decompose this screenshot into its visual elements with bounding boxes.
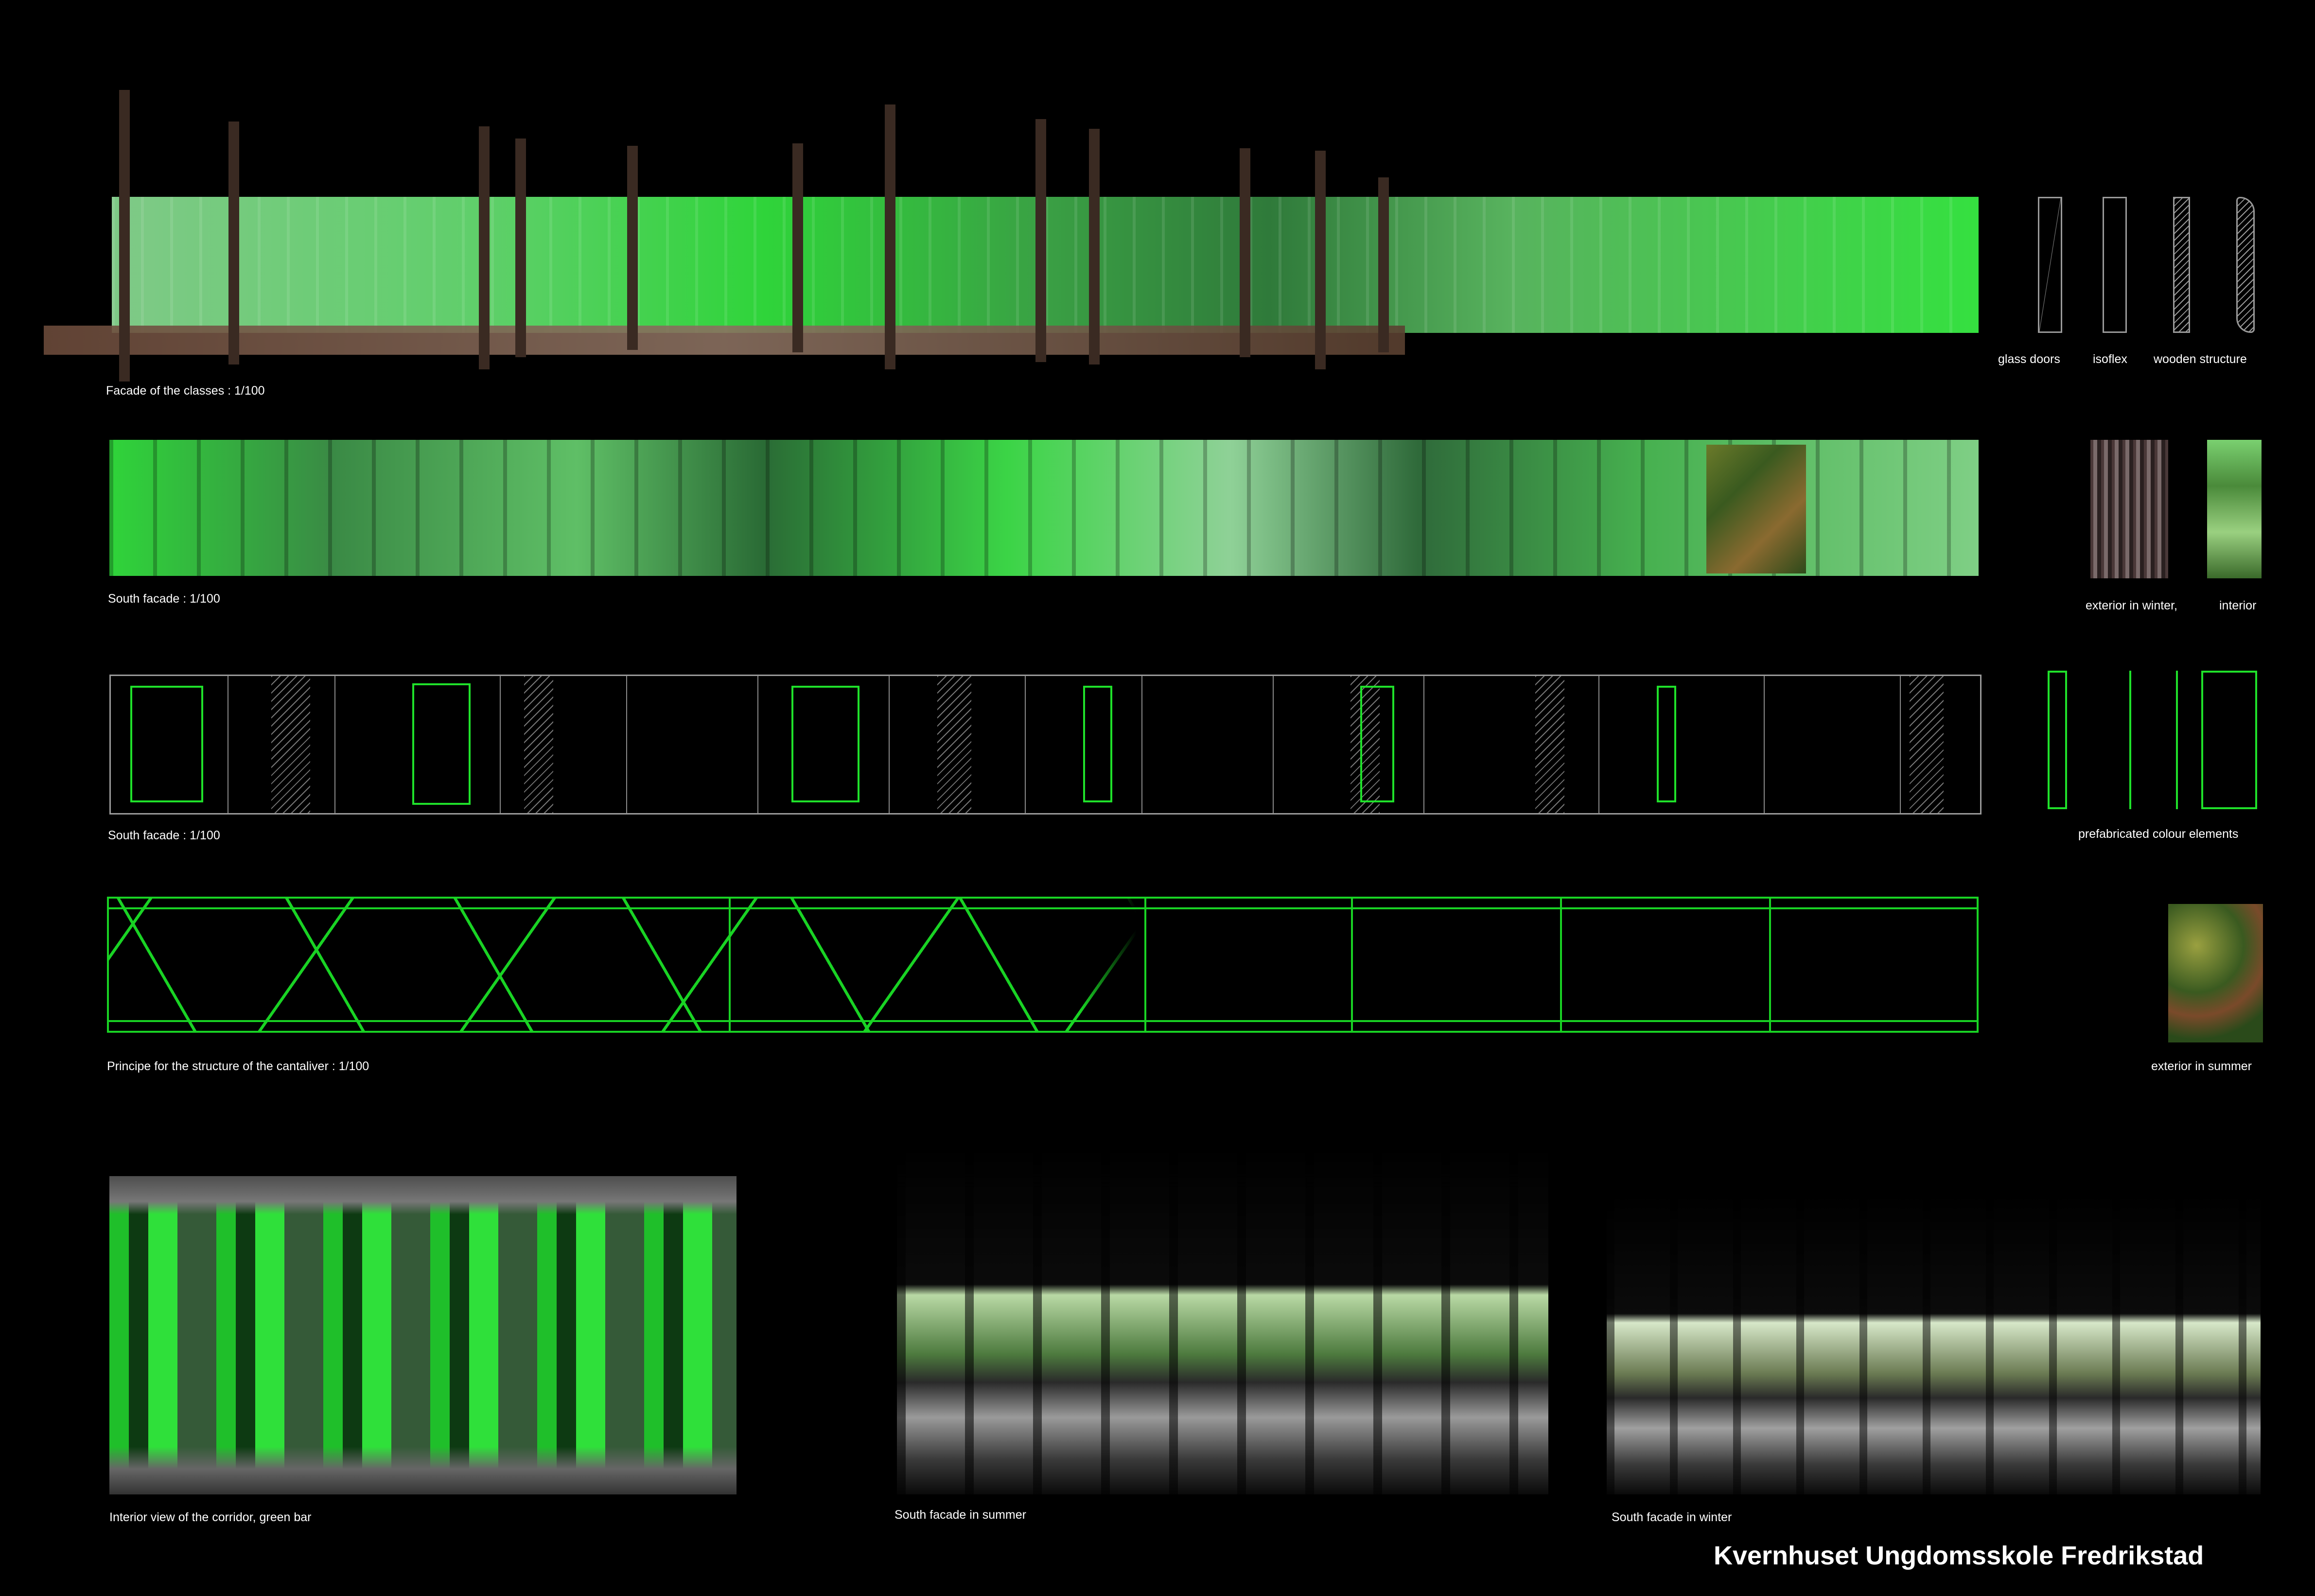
corridor-interior-view <box>109 1176 737 1494</box>
tree-trunk <box>1315 151 1326 369</box>
legend-wooden-structure: wooden structure <box>2154 352 2247 366</box>
caption-corridor: Interior view of the corridor, green bar <box>109 1510 312 1524</box>
foliage-panel <box>1706 445 1806 573</box>
legend-exterior-winter: exterior in winter, <box>2086 599 2177 612</box>
legend-exterior-summer: exterior in summer <box>2151 1059 2252 1073</box>
cantilever-outline <box>107 897 1979 1033</box>
wooden-structure-swatch <box>2173 197 2190 333</box>
south-facade-summer-photo <box>897 1145 1548 1494</box>
south-facade-outline <box>109 675 1982 815</box>
tree-trunk <box>479 126 490 369</box>
legend-interior: interior <box>2219 599 2257 612</box>
legend-glass-doors: glass doors <box>1998 352 2060 366</box>
tree-trunk <box>515 139 526 357</box>
exterior-summer-swatch <box>2168 904 2263 1042</box>
tree-trunk <box>119 90 130 382</box>
tree-trunk <box>1035 119 1046 362</box>
wooden-structure-swatch-curved <box>2236 197 2255 333</box>
caption-classes-facade: Facade of the classes : 1/100 <box>106 384 265 398</box>
legend-isoflex: isoflex <box>2093 352 2127 366</box>
tree-trunk <box>792 143 803 352</box>
caption-winter: South facade in winter <box>1612 1510 1732 1524</box>
isoflex-swatch <box>2103 197 2127 333</box>
south-facade-winter-photo <box>1607 1193 2261 1494</box>
prefab-element-1 <box>2048 671 2067 809</box>
prefab-element-2 <box>2129 671 2178 809</box>
tree-trunk <box>885 104 895 369</box>
tree-trunk <box>1089 129 1100 364</box>
tree-trunk <box>1240 148 1250 357</box>
caption-summer: South facade in summer <box>894 1508 1026 1522</box>
exterior-winter-swatch <box>2090 440 2168 578</box>
tree-trunk <box>1378 177 1389 352</box>
ground-strip <box>44 326 1405 355</box>
tree-trunk <box>627 146 638 350</box>
caption-south-facade-render: South facade : 1/100 <box>108 592 220 606</box>
legend-prefab: prefabricated colour elements <box>2078 827 2239 841</box>
board-title: Kvernhuset Ungdomsskole Fredrikstad <box>1714 1541 2204 1570</box>
glass-doors-swatch <box>2038 197 2062 333</box>
south-facade-render <box>109 440 1979 576</box>
tree-trunk <box>228 121 239 364</box>
caption-south-facade-outline: South facade : 1/100 <box>108 829 220 842</box>
prefab-element-3 <box>2201 671 2257 809</box>
caption-cantilever: Principe for the structure of the cantal… <box>107 1059 369 1073</box>
interior-swatch <box>2207 440 2262 578</box>
